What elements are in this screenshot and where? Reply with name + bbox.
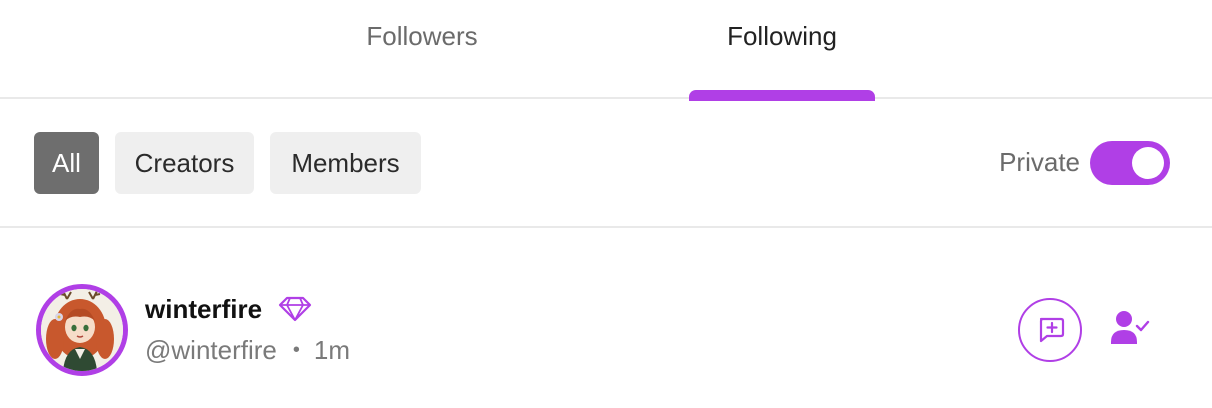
following-status-button[interactable] xyxy=(1108,310,1152,350)
user-display-name[interactable]: winterfire xyxy=(145,294,262,324)
avatar-image xyxy=(41,289,123,371)
private-toggle[interactable] xyxy=(1090,141,1170,185)
filter-chip-all[interactable]: All xyxy=(34,132,99,194)
tab-bar: Followers Following xyxy=(0,0,1212,101)
follow-time: 1m xyxy=(313,335,351,365)
tab-following-label: Following xyxy=(727,21,837,51)
meta-separator: • xyxy=(292,339,300,361)
user-check-icon xyxy=(1111,311,1150,344)
tab-following[interactable]: Following xyxy=(689,0,875,101)
private-label: Private xyxy=(999,147,1080,177)
toggle-knob xyxy=(1132,147,1164,179)
avatar[interactable] xyxy=(36,284,128,376)
filter-chip-creators[interactable]: Creators xyxy=(115,132,254,194)
diamond-icon xyxy=(278,296,312,322)
filter-chip-members[interactable]: Members xyxy=(270,132,421,194)
filter-bar: All Creators Members Private xyxy=(0,99,1212,228)
message-plus-icon xyxy=(1039,317,1065,343)
tab-followers-label: Followers xyxy=(366,21,478,51)
tab-followers[interactable]: Followers xyxy=(329,0,515,99)
user-handle: @winterfire xyxy=(145,335,277,365)
user-meta: @winterfire • 1m xyxy=(145,335,350,365)
message-button[interactable] xyxy=(1018,298,1082,362)
list-item: winterfire @winterfire • 1m xyxy=(0,228,1212,408)
